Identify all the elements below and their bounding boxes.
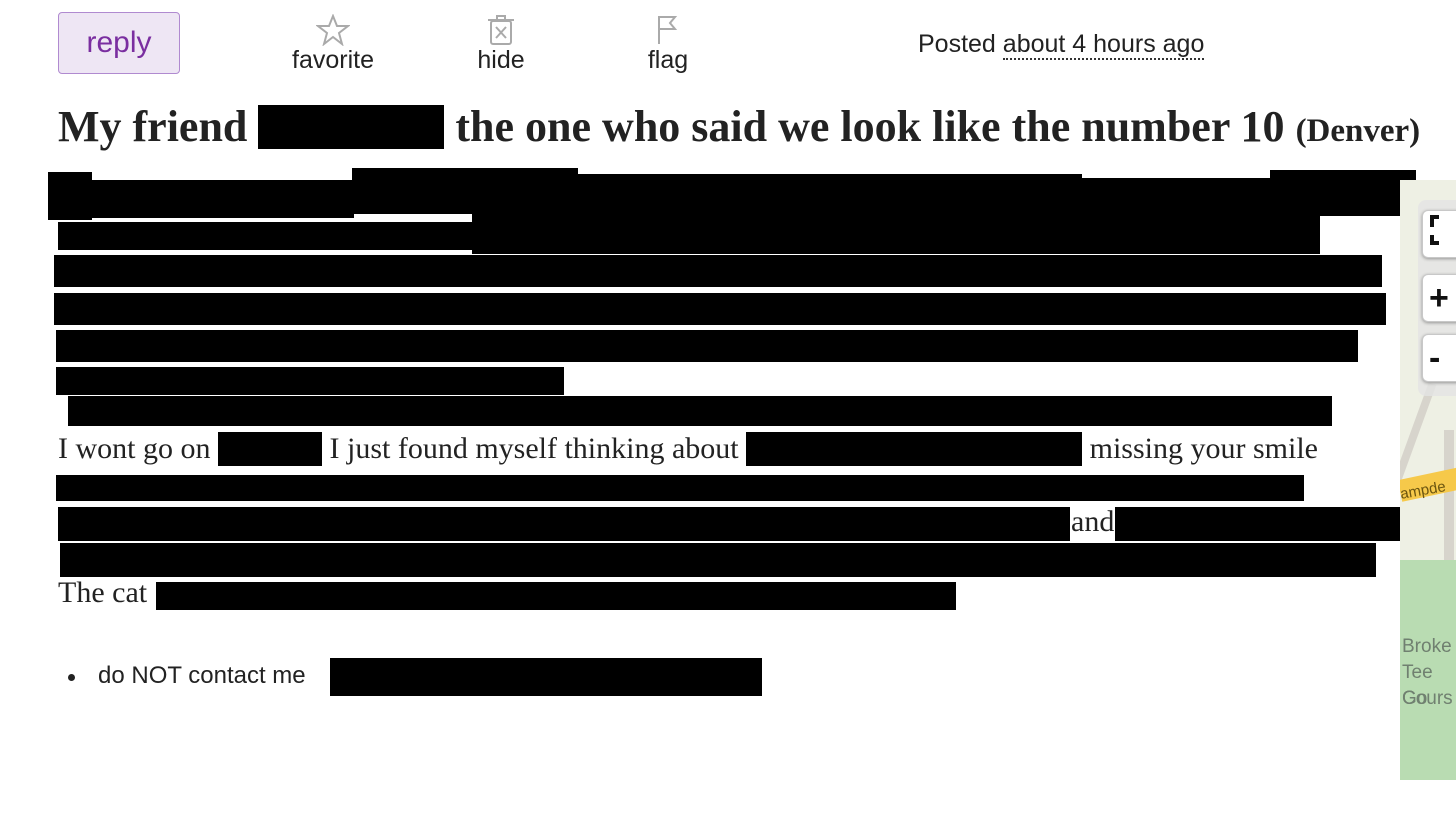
redaction-bar — [68, 396, 1332, 426]
redaction-bar — [258, 105, 445, 149]
contact-notice: do NOT contact me — [98, 662, 306, 689]
redaction-bar — [54, 255, 1382, 287]
fullscreen-button[interactable] — [1422, 210, 1456, 258]
redaction-bar — [1080, 178, 1272, 214]
redaction-bar — [1115, 507, 1403, 541]
map-place-label: Broke — [1402, 636, 1452, 657]
location-map[interactable]: ampde Broke Tee Go Cours + - — [1400, 180, 1456, 780]
title-start: My friend — [58, 102, 248, 151]
zoom-in-icon: + — [1429, 278, 1449, 317]
hide-label: hide — [477, 46, 525, 74]
redaction-bar — [218, 432, 322, 466]
posted-prefix: Posted — [918, 30, 996, 58]
redaction-bar — [48, 172, 92, 220]
redaction-bar — [58, 222, 474, 250]
body-text: I just found myself thinking about — [329, 432, 739, 465]
body-text: missing your smile — [1089, 432, 1318, 465]
notice-list: do NOT contact me — [60, 662, 306, 690]
body-line-cat: The cat — [58, 576, 147, 610]
list-item: do NOT contact me — [60, 662, 306, 690]
posting-title: My friend the one who said we look like … — [58, 102, 1420, 156]
title-rest: the one who said we look like the number… — [455, 102, 1285, 151]
redaction-bar — [330, 658, 762, 696]
zoom-in-button[interactable]: + — [1422, 274, 1456, 322]
favorite-button[interactable]: favorite — [278, 12, 388, 78]
body-text-and: and — [1071, 505, 1115, 538]
redaction-bar — [56, 475, 1304, 501]
redaction-bar — [156, 582, 956, 610]
body-text: The cat — [58, 576, 148, 609]
redaction-bar — [54, 293, 1386, 325]
trash-icon — [486, 12, 516, 46]
redaction-bar — [746, 432, 1083, 466]
body-line-smile: I wont go on I just found myself thinkin… — [58, 432, 1318, 466]
redaction-bar — [56, 367, 564, 395]
reply-button[interactable]: reply — [58, 12, 180, 74]
posted-ago: about 4 hours ago — [1002, 30, 1205, 60]
redaction-bar — [472, 210, 1320, 254]
flag-icon — [655, 12, 681, 46]
flag-button[interactable]: flag — [613, 12, 723, 78]
flag-label: flag — [647, 46, 689, 74]
posted-timestamp: Posted about 4 hours ago — [918, 30, 1205, 60]
favorite-label: favorite — [292, 46, 374, 74]
hide-button[interactable]: hide — [446, 12, 556, 78]
body-text: I wont go on — [58, 432, 211, 465]
zoom-out-button[interactable]: - — [1422, 334, 1456, 382]
map-place-label: Cours — [1402, 688, 1453, 709]
star-icon — [316, 12, 350, 46]
redaction-bar — [92, 180, 354, 218]
redaction-bar — [352, 168, 578, 214]
redaction-bar — [576, 174, 1082, 214]
title-location: (Denver) — [1295, 113, 1421, 149]
redaction-bar — [58, 507, 1070, 541]
redaction-bar — [60, 543, 1376, 577]
zoom-out-icon: - — [1429, 338, 1441, 377]
redaction-bar — [56, 330, 1358, 362]
fullscreen-icon — [1429, 213, 1451, 256]
